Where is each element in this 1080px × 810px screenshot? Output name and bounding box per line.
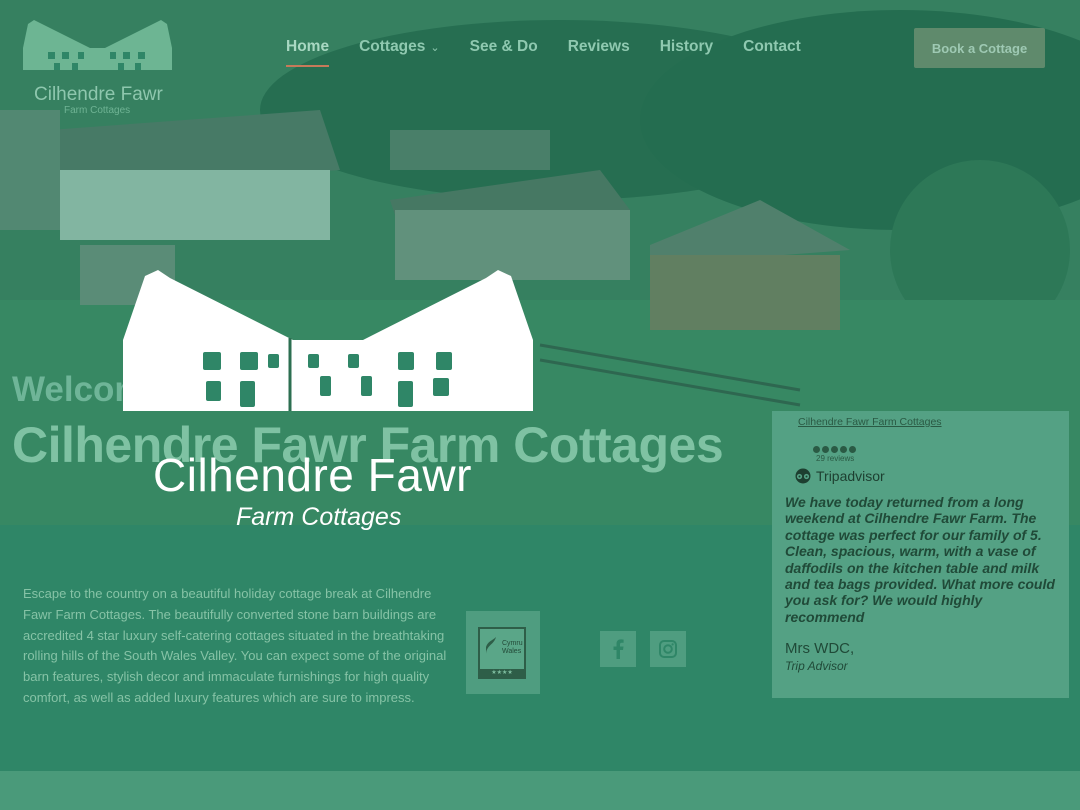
nav-cottages[interactable]: Cottages ⌄: [359, 38, 440, 62]
review-quote: We have today returned from a long weeke…: [785, 494, 1055, 625]
footer-strip: [0, 771, 1080, 810]
main-navigation: Home Cottages ⌄ See & Do Reviews History …: [286, 38, 801, 67]
tripadvisor-logo[interactable]: Tripadvisor: [793, 468, 885, 484]
badge-stars: ★★★★: [480, 669, 524, 677]
instagram-icon: [659, 640, 677, 658]
hero-logo-subtitle: Farm Cottages: [236, 503, 402, 531]
tripadvisor-review-widget: Cilhendre Fawr Farm Cottages 29 reviews …: [772, 411, 1069, 698]
intro-paragraph: Escape to the country on a beautiful hol…: [23, 586, 447, 705]
chevron-down-icon: ⌄: [430, 42, 440, 54]
nav-reviews[interactable]: Reviews: [568, 38, 630, 62]
tripadvisor-name: Tripadvisor: [816, 468, 885, 484]
cottage-logo-icon: [23, 20, 172, 70]
book-cottage-button[interactable]: Book a Cottage: [914, 28, 1045, 68]
review-author: Mrs WDC,: [785, 640, 855, 657]
tripadvisor-owl-icon: [795, 468, 811, 484]
review-source: Trip Advisor: [785, 659, 848, 673]
cottage-logo-large-icon: [123, 270, 533, 411]
nav-see-and-do[interactable]: See & Do: [470, 38, 538, 62]
instagram-button[interactable]: [650, 631, 686, 667]
badge-name: Cymru Wales: [502, 640, 523, 655]
header-logo[interactable]: Cilhendre Fawr Farm Cottages: [20, 18, 175, 118]
facebook-button[interactable]: [600, 631, 636, 667]
header-logo-name: Cilhendre Fawr: [34, 84, 163, 105]
nav-history[interactable]: History: [660, 38, 713, 62]
nav-contact[interactable]: Contact: [743, 38, 801, 62]
facebook-icon: [613, 639, 624, 659]
dragon-icon: [486, 637, 496, 655]
visit-wales-badge[interactable]: Cymru Wales ★★★★: [466, 611, 540, 694]
nav-home[interactable]: Home: [286, 38, 330, 67]
header-logo-subtitle: Farm Cottages: [64, 105, 131, 116]
nav-cottages-label: Cottages: [359, 38, 426, 55]
review-business-link[interactable]: Cilhendre Fawr Farm Cottages: [798, 417, 942, 428]
review-count: 29 reviews: [816, 454, 855, 463]
rating-bubbles: [813, 446, 856, 453]
hero-logo: Cilhendre Fawr Farm Cottages: [118, 268, 538, 543]
hero-logo-name: Cilhendre Fawr: [153, 449, 472, 501]
